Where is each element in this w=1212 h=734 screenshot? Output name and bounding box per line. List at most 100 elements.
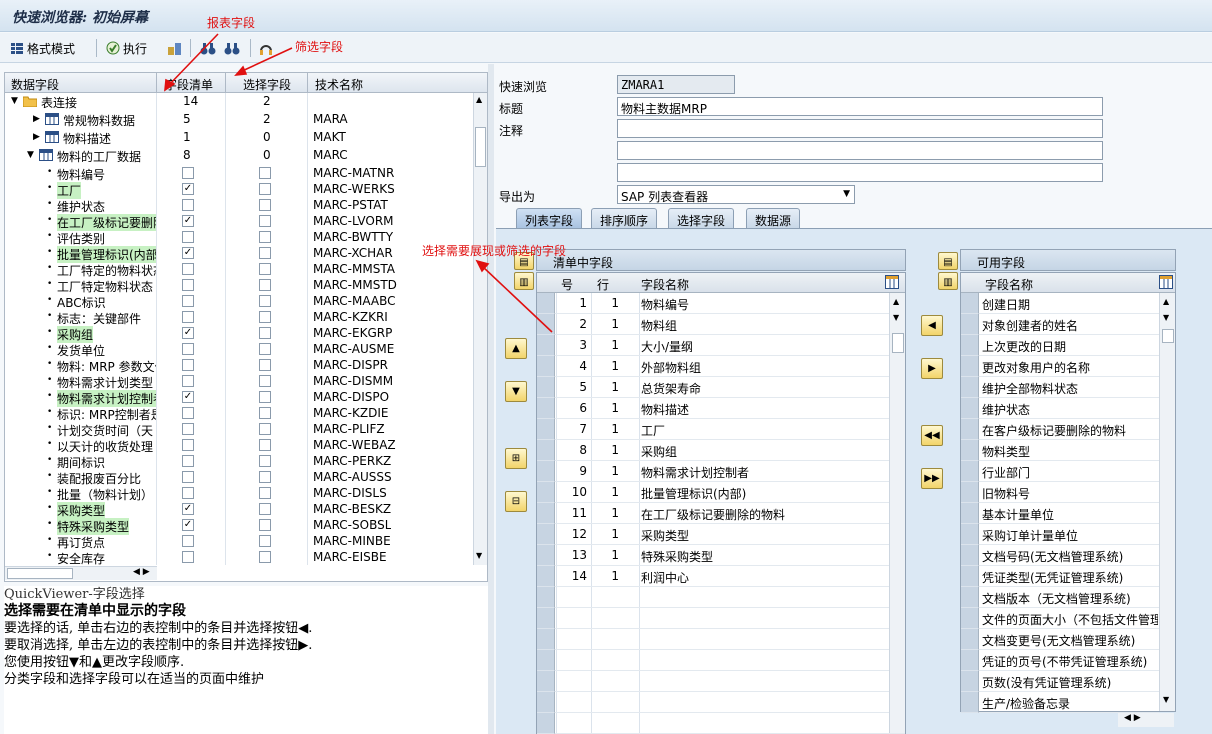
list-field-checkbox[interactable] — [182, 535, 194, 547]
row-selector[interactable] — [537, 419, 555, 440]
expanded-triangle-icon[interactable]: ▼ — [11, 96, 18, 106]
list-field-checkbox[interactable] — [182, 471, 194, 483]
list-grid-row[interactable] — [537, 629, 905, 650]
list-grid-row[interactable] — [537, 713, 905, 734]
avail-grid-row[interactable]: 文档变更号(无文档管理系统) — [961, 629, 1159, 650]
row-selector[interactable] — [537, 377, 555, 398]
scroll-up-icon[interactable]: ▲ — [893, 297, 899, 306]
list-field-checkbox[interactable]: ✓ — [182, 519, 194, 531]
tree-node[interactable]: ▼ 表连接 14 2 — [5, 93, 473, 111]
list-deselect-all-button[interactable]: ▥ — [514, 272, 534, 290]
tab-list-fields[interactable]: 列表字段 — [516, 208, 583, 228]
list-field-checkbox[interactable] — [182, 375, 194, 387]
tree-field-row[interactable]: • 计划交货时间（天 MARC-PLIFZ — [5, 421, 473, 438]
row-selector[interactable] — [961, 503, 979, 524]
avail-grid-row[interactable]: 对象创建者的姓名 — [961, 314, 1159, 335]
col-avail-field-name[interactable]: 字段名称 — [985, 276, 1033, 293]
row-selector[interactable] — [961, 314, 979, 335]
avail-grid-row[interactable]: 在客户级标记要删除的物料 — [961, 419, 1159, 440]
list-vscrollbar[interactable]: ▲ ▼ — [889, 293, 905, 733]
scroll-down-icon[interactable]: ▼ — [893, 313, 899, 322]
list-field-checkbox[interactable] — [182, 167, 194, 179]
select-field-checkbox[interactable] — [259, 343, 271, 355]
col-select-fields[interactable]: 选择字段 — [243, 76, 291, 93]
avail-grid-row[interactable]: 页数(没有凭证管理系统) — [961, 671, 1159, 692]
tab-select-fields[interactable]: 选择字段 — [668, 208, 735, 228]
scroll-down-icon[interactable]: ▼ — [1163, 313, 1169, 322]
select-field-checkbox[interactable] — [259, 327, 271, 339]
column-config-icon[interactable] — [1159, 275, 1173, 292]
avail-hscroll-arrows[interactable]: ◀ ▶ — [1118, 713, 1174, 727]
list-field-checkbox[interactable] — [182, 407, 194, 419]
row-selector[interactable] — [537, 608, 555, 629]
row-selector[interactable] — [961, 482, 979, 503]
avail-vscrollbar[interactable]: ▲ ▼ ▼ — [1159, 293, 1175, 711]
row-selector[interactable] — [961, 377, 979, 398]
list-field-checkbox[interactable] — [182, 231, 194, 243]
execute-button[interactable]: 执行 — [106, 39, 147, 57]
tree-field-row[interactable]: • 再订货点 MARC-MINBE — [5, 533, 473, 550]
scroll-left-right-icon[interactable]: ◀ ▶ — [133, 567, 150, 577]
list-grid-row[interactable]: 4 1 外部物料组 — [537, 356, 905, 377]
comment-field-2[interactable] — [617, 141, 1103, 160]
row-selector[interactable] — [961, 671, 979, 692]
avail-grid-row[interactable]: 文件的页面大小（不包括文件管理 — [961, 608, 1159, 629]
list-grid-row[interactable]: 14 1 利润中心 — [537, 566, 905, 587]
tree-field-row[interactable]: • 物料需求计划类型 MARC-DISMM — [5, 373, 473, 390]
row-selector[interactable] — [961, 650, 979, 671]
avail-grid-row[interactable]: 旧物料号 — [961, 482, 1159, 503]
headset-button[interactable] — [258, 39, 275, 57]
select-field-checkbox[interactable] — [259, 439, 271, 451]
col-no[interactable]: 号 — [561, 276, 573, 293]
scroll-down-icon[interactable]: ▼ — [476, 551, 482, 560]
tree-field-row[interactable]: • 标志：关键部件 MARC-KZKRI — [5, 309, 473, 326]
collapsed-triangle-icon[interactable]: ▶ — [33, 114, 40, 124]
row-selector[interactable] — [961, 461, 979, 482]
select-field-checkbox[interactable] — [259, 471, 271, 483]
row-selector[interactable] — [537, 356, 555, 377]
tree-field-row[interactable]: • 维护状态 MARC-PSTAT — [5, 197, 473, 214]
row-selector[interactable] — [537, 650, 555, 671]
list-grid-row[interactable]: 11 1 在工厂级标记要删除的物料 — [537, 503, 905, 524]
avail-grid-row[interactable]: 采购订单计量单位 — [961, 524, 1159, 545]
avail-grid-row[interactable]: 基本计量单位 — [961, 503, 1159, 524]
row-selector[interactable] — [537, 713, 555, 734]
select-field-checkbox[interactable] — [259, 503, 271, 515]
select-field-checkbox[interactable] — [259, 231, 271, 243]
row-selector[interactable] — [961, 608, 979, 629]
list-grid-row[interactable] — [537, 587, 905, 608]
scroll-thumb[interactable] — [892, 333, 904, 353]
select-field-checkbox[interactable] — [259, 215, 271, 227]
select-field-checkbox[interactable] — [259, 359, 271, 371]
expanded-triangle-icon[interactable]: ▼ — [27, 150, 34, 160]
row-selector[interactable] — [537, 335, 555, 356]
row-selector[interactable] — [537, 566, 555, 587]
list-field-checkbox[interactable] — [182, 423, 194, 435]
tree-field-row[interactable]: • 工厂特定物料状态 MARC-MMSTD — [5, 277, 473, 294]
list-grid-row[interactable] — [537, 692, 905, 713]
avail-grid-row[interactable]: 生产/检验备忘录 — [961, 692, 1159, 713]
tree-field-row[interactable]: • 期间标识 MARC-PERKZ — [5, 453, 473, 470]
list-field-checkbox[interactable] — [182, 279, 194, 291]
list-grid-row[interactable] — [537, 608, 905, 629]
row-selector[interactable] — [961, 335, 979, 356]
list-field-checkbox[interactable]: ✓ — [182, 327, 194, 339]
tree-field-row[interactable]: • 发货单位 MARC-AUSME — [5, 341, 473, 358]
row-selector[interactable] — [961, 440, 979, 461]
tree-field-row[interactable]: • 批量（物料计划） MARC-DISLS — [5, 485, 473, 502]
col-line[interactable]: 行 — [597, 276, 609, 293]
avail-grid-row[interactable]: 维护状态 — [961, 398, 1159, 419]
tree-field-row[interactable]: • 采购类型 ✓ MARC-BESKZ — [5, 501, 473, 519]
row-selector[interactable] — [537, 314, 555, 335]
tree-field-row[interactable]: • 装配报废百分比 MARC-AUSSS — [5, 469, 473, 486]
move-right-button[interactable]: ▶ — [921, 358, 943, 379]
comment-field-3[interactable] — [617, 163, 1103, 182]
avail-grid-row[interactable]: 上次更改的日期 — [961, 335, 1159, 356]
list-grid-row[interactable]: 1 1 物料编号 — [537, 293, 905, 314]
list-field-checkbox[interactable] — [182, 295, 194, 307]
list-grid-row[interactable]: 12 1 采购类型 — [537, 524, 905, 545]
row-selector[interactable] — [961, 398, 979, 419]
row-selector[interactable] — [537, 503, 555, 524]
select-field-checkbox[interactable] — [259, 487, 271, 499]
row-selector[interactable] — [537, 545, 555, 566]
